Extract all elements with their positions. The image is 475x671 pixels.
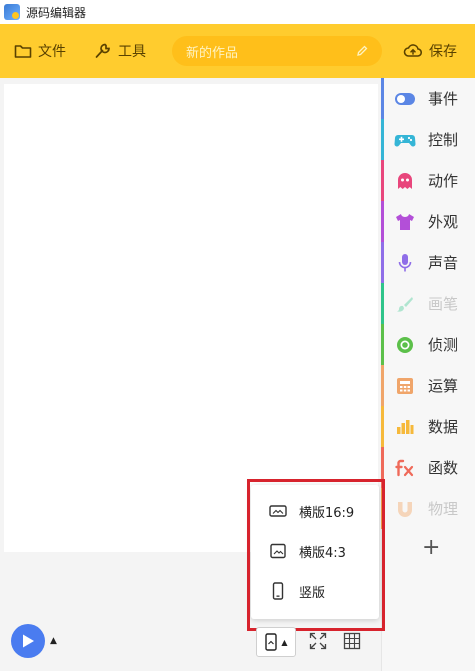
category-label: 外观 bbox=[428, 213, 459, 231]
category-control[interactable]: 控制 bbox=[381, 119, 475, 160]
fullscreen-button[interactable] bbox=[307, 630, 329, 652]
category-stripe bbox=[381, 406, 384, 447]
grid-toggle-button[interactable] bbox=[341, 630, 363, 652]
category-stripe bbox=[381, 488, 384, 529]
app-logo-icon bbox=[4, 4, 20, 20]
category-stripe bbox=[381, 201, 384, 242]
toggle-icon bbox=[394, 88, 416, 110]
category-stripe bbox=[381, 324, 384, 365]
landscape-wide-icon bbox=[269, 505, 287, 517]
category-label: 画笔 bbox=[428, 295, 459, 313]
category-data[interactable]: 数据 bbox=[381, 406, 475, 447]
category-operators[interactable]: 运算 bbox=[381, 365, 475, 406]
portrait-icon bbox=[272, 582, 284, 600]
menu-item-label: 竖版 bbox=[299, 585, 326, 601]
stage-layout-button[interactable]: ▲ bbox=[256, 627, 296, 657]
category-stripe bbox=[381, 365, 384, 406]
category-label: 物理 bbox=[428, 500, 459, 518]
category-stripe bbox=[381, 160, 384, 201]
category-label: 控制 bbox=[428, 131, 459, 149]
category-stripe bbox=[381, 78, 384, 119]
category-label: 声音 bbox=[428, 254, 459, 272]
tools-menu-button[interactable]: 工具 bbox=[86, 24, 154, 78]
block-category-sidebar: 事件 控制 动作 外观 声音 画笔 侦测 运算 数据 函数 物理 + bbox=[381, 78, 475, 671]
category-looks[interactable]: 外观 bbox=[381, 201, 475, 242]
radar-icon bbox=[394, 334, 416, 356]
project-name-field[interactable]: 新的作品 bbox=[172, 36, 382, 66]
category-sensing[interactable]: 侦测 bbox=[381, 324, 475, 365]
microphone-icon bbox=[394, 252, 416, 274]
category-label: 运算 bbox=[428, 377, 459, 395]
category-label: 动作 bbox=[428, 172, 459, 190]
menu-item-landscape-4-3[interactable]: 横版4:3 bbox=[251, 531, 379, 571]
add-extension-button[interactable]: + bbox=[382, 529, 475, 565]
save-label: 保存 bbox=[429, 44, 457, 60]
category-stripe bbox=[381, 119, 384, 160]
stage-layout-menu: 横版16:9 横版4:3 竖版 bbox=[251, 485, 379, 619]
file-menu-label: 文件 bbox=[38, 44, 66, 60]
wrench-icon bbox=[95, 43, 110, 58]
category-stripe bbox=[381, 242, 384, 283]
brush-icon bbox=[394, 293, 416, 315]
menu-item-label: 横版16:9 bbox=[299, 505, 355, 521]
magnet-icon bbox=[394, 498, 416, 520]
landscape-icon bbox=[270, 543, 286, 559]
ghost-icon bbox=[394, 170, 416, 192]
category-label: 事件 bbox=[428, 90, 459, 108]
portrait-layout-icon bbox=[265, 633, 278, 651]
category-functions[interactable]: 函数 bbox=[381, 447, 475, 488]
layout-caret-icon: ▲ bbox=[281, 637, 288, 647]
category-physics[interactable]: 物理 bbox=[381, 488, 475, 529]
calculator-icon bbox=[394, 375, 416, 397]
project-name-text: 新的作品 bbox=[186, 45, 239, 61]
run-options-caret-icon[interactable]: ▲ bbox=[50, 636, 57, 646]
bar-chart-icon bbox=[394, 416, 416, 438]
menu-item-portrait[interactable]: 竖版 bbox=[251, 571, 379, 611]
category-label: 数据 bbox=[428, 418, 459, 436]
category-motion[interactable]: 动作 bbox=[381, 160, 475, 201]
window-title: 源码编辑器 bbox=[26, 5, 87, 20]
gamepad-icon bbox=[394, 129, 416, 151]
tools-menu-label: 工具 bbox=[118, 44, 146, 60]
category-label: 侦测 bbox=[428, 336, 459, 354]
menu-item-label: 横版4:3 bbox=[299, 545, 346, 561]
pencil-icon bbox=[357, 45, 368, 56]
function-icon bbox=[394, 457, 416, 479]
category-sound[interactable]: 声音 bbox=[381, 242, 475, 283]
window-title-bar: 源码编辑器 bbox=[0, 0, 475, 24]
run-button[interactable] bbox=[11, 624, 45, 658]
grid-icon bbox=[343, 632, 361, 650]
save-button[interactable]: 保存 bbox=[395, 24, 465, 78]
tshirt-icon bbox=[394, 211, 416, 233]
cloud-upload-icon bbox=[403, 44, 423, 57]
category-stripe bbox=[381, 283, 384, 324]
folder-icon bbox=[14, 45, 32, 58]
menu-item-landscape-16-9[interactable]: 横版16:9 bbox=[251, 491, 379, 531]
main-toolbar: 文件 工具 新的作品 保存 bbox=[0, 24, 475, 78]
category-events[interactable]: 事件 bbox=[381, 78, 475, 119]
category-label: 函数 bbox=[428, 459, 459, 477]
fullscreen-icon bbox=[309, 632, 327, 650]
category-stripe bbox=[381, 447, 384, 488]
stage-canvas[interactable] bbox=[4, 84, 378, 552]
file-menu-button[interactable]: 文件 bbox=[6, 24, 74, 78]
category-pen[interactable]: 画笔 bbox=[381, 283, 475, 324]
play-icon bbox=[23, 634, 34, 648]
